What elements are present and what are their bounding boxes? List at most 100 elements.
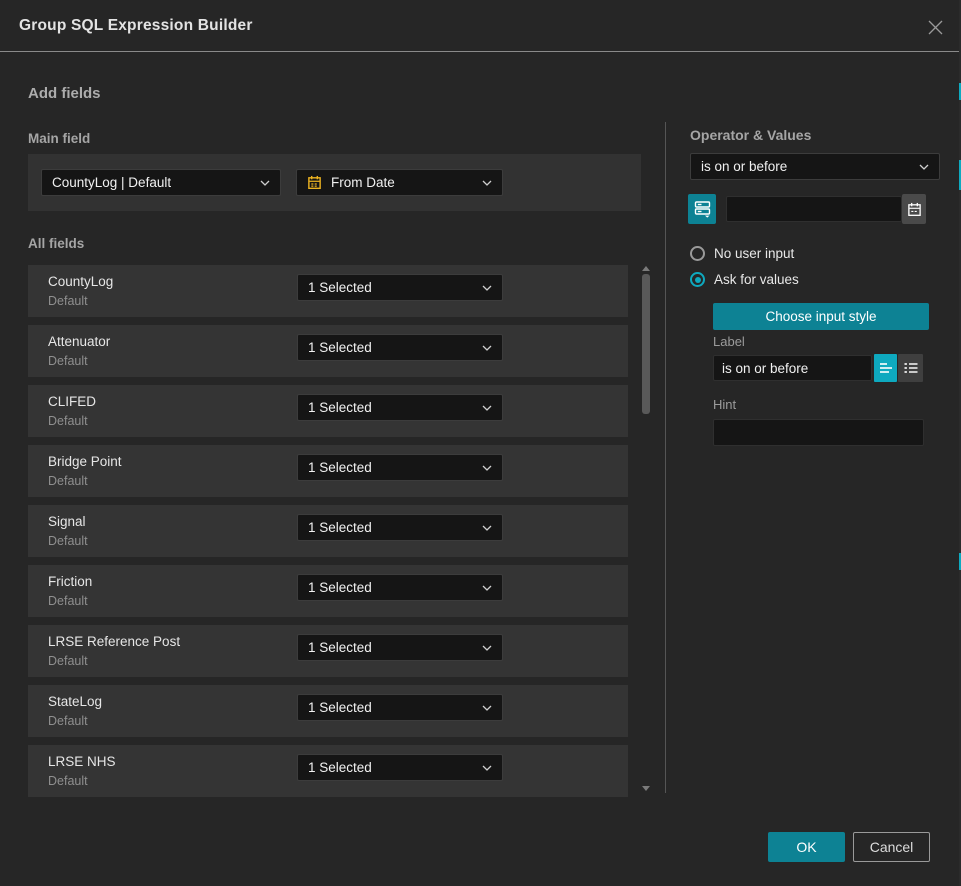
scrollbar-down-arrow[interactable] <box>642 786 650 791</box>
field-selection-value: 1 Selected <box>308 520 372 535</box>
all-fields-list: CountyLog Default 1 Selected Attenuator … <box>28 265 628 805</box>
field-name: LRSE Reference Post <box>48 634 180 649</box>
field-row: StateLog Default 1 Selected <box>28 685 628 737</box>
layer-dropdown-value: CountyLog | Default <box>52 175 171 190</box>
field-selection-dropdown[interactable]: 1 Selected <box>297 454 503 481</box>
field-subtitle: Default <box>48 474 88 488</box>
field-row: Bridge Point Default 1 Selected <box>28 445 628 497</box>
chevron-down-icon <box>482 645 492 651</box>
chevron-down-icon <box>260 180 270 186</box>
label-style-list-button[interactable] <box>898 354 923 382</box>
field-name: CLIFED <box>48 394 96 409</box>
field-subtitle: Default <box>48 654 88 668</box>
add-fields-heading: Add fields <box>28 85 101 102</box>
label-caption: Label <box>713 334 745 349</box>
field-subtitle: Default <box>48 414 88 428</box>
field-selection-dropdown[interactable]: 1 Selected <box>297 694 503 721</box>
vertical-divider <box>665 122 666 793</box>
field-selection-value: 1 Selected <box>308 640 372 655</box>
scrollbar-up-arrow[interactable] <box>642 266 650 271</box>
chevron-down-icon <box>482 180 492 186</box>
radio-circle <box>690 246 705 261</box>
align-left-icon <box>879 362 893 374</box>
chevron-down-icon <box>919 164 929 170</box>
hint-input[interactable] <box>713 419 924 446</box>
field-selection-value: 1 Selected <box>308 400 372 415</box>
chevron-down-icon <box>482 345 492 351</box>
field-row: Attenuator Default 1 Selected <box>28 325 628 377</box>
field-name: LRSE NHS <box>48 754 116 769</box>
chevron-down-icon <box>482 705 492 711</box>
ok-button[interactable]: OK <box>768 832 845 862</box>
close-button[interactable] <box>925 17 945 37</box>
chevron-down-icon <box>482 465 492 471</box>
all-fields-heading: All fields <box>28 236 84 251</box>
field-selection-value: 1 Selected <box>308 460 372 475</box>
field-subtitle: Default <box>48 774 88 788</box>
field-selection-dropdown[interactable]: 1 Selected <box>297 634 503 661</box>
field-selection-dropdown[interactable]: 1 Selected <box>297 514 503 541</box>
chevron-down-icon <box>482 585 492 591</box>
field-selection-value: 1 Selected <box>308 700 372 715</box>
radio-circle-selected <box>690 272 705 287</box>
cancel-button[interactable]: Cancel <box>853 832 930 862</box>
field-name: CountyLog <box>48 274 113 289</box>
radio-label: Ask for values <box>714 272 799 287</box>
main-date-field-dropdown[interactable]: From Date <box>296 169 503 196</box>
field-selection-dropdown[interactable]: 1 Selected <box>297 334 503 361</box>
label-input[interactable] <box>713 355 872 381</box>
operator-dropdown[interactable]: is on or before <box>690 153 940 180</box>
chevron-down-icon <box>482 405 492 411</box>
bullet-list-icon <box>904 362 918 374</box>
date-picker-button[interactable] <box>902 194 926 224</box>
field-name: Friction <box>48 574 92 589</box>
field-selection-value: 1 Selected <box>308 580 372 595</box>
field-selection-dropdown[interactable]: 1 Selected <box>297 754 503 781</box>
calendar-icon <box>907 202 922 217</box>
stacked-values-icon <box>694 200 711 218</box>
field-name: Bridge Point <box>48 454 122 469</box>
field-selection-value: 1 Selected <box>308 760 372 775</box>
field-name: Signal <box>48 514 86 529</box>
field-subtitle: Default <box>48 534 88 548</box>
scrollbar-thumb[interactable] <box>642 274 650 414</box>
field-selection-value: 1 Selected <box>308 340 372 355</box>
operator-dropdown-value: is on or before <box>701 159 787 174</box>
field-subtitle: Default <box>48 714 88 728</box>
close-icon <box>927 19 944 36</box>
choose-input-style-button[interactable]: Choose input style <box>713 303 929 330</box>
radio-label: No user input <box>714 246 794 261</box>
label-style-single-button[interactable] <box>874 354 897 382</box>
group-sql-expression-builder-dialog: Group SQL Expression Builder Add fields … <box>0 0 961 886</box>
field-name: Attenuator <box>48 334 110 349</box>
field-selection-dropdown[interactable]: 1 Selected <box>297 394 503 421</box>
radio-no-user-input[interactable]: No user input <box>690 246 794 261</box>
main-field-box: CountyLog | Default From Date <box>28 154 641 211</box>
field-row: Friction Default 1 Selected <box>28 565 628 617</box>
hint-caption: Hint <box>713 397 736 412</box>
dialog-header: Group SQL Expression Builder <box>0 0 961 52</box>
field-selection-dropdown[interactable]: 1 Selected <box>297 274 503 301</box>
field-selection-dropdown[interactable]: 1 Selected <box>297 574 503 601</box>
chevron-down-icon <box>482 285 492 291</box>
field-subtitle: Default <box>48 294 88 308</box>
field-row: LRSE Reference Post Default 1 Selected <box>28 625 628 677</box>
main-date-field-value: From Date <box>331 175 395 190</box>
calendar-icon <box>307 175 322 190</box>
field-row: CountyLog Default 1 Selected <box>28 265 628 317</box>
field-row: CLIFED Default 1 Selected <box>28 385 628 437</box>
chevron-down-icon <box>482 765 492 771</box>
value-input[interactable] <box>726 196 902 222</box>
radio-ask-for-values[interactable]: Ask for values <box>690 272 799 287</box>
field-row: LRSE NHS Default 1 Selected <box>28 745 628 797</box>
field-subtitle: Default <box>48 594 88 608</box>
field-name: StateLog <box>48 694 102 709</box>
operator-values-heading: Operator & Values <box>690 127 811 143</box>
dialog-title: Group SQL Expression Builder <box>19 17 253 35</box>
field-selection-value: 1 Selected <box>308 280 372 295</box>
field-subtitle: Default <box>48 354 88 368</box>
main-field-heading: Main field <box>28 131 90 146</box>
layer-dropdown[interactable]: CountyLog | Default <box>41 169 281 196</box>
chevron-down-icon <box>482 525 492 531</box>
value-input-type-button[interactable] <box>688 194 716 224</box>
